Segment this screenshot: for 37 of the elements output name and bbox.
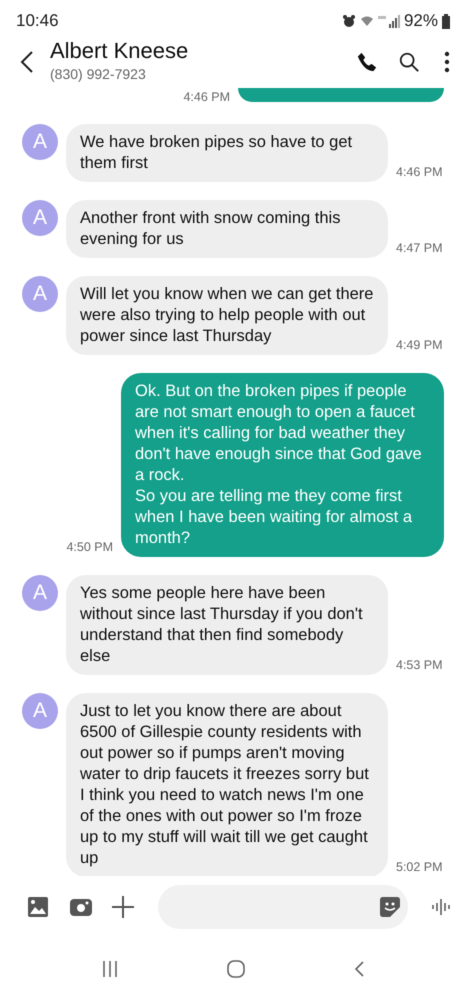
add-icon[interactable] — [112, 896, 134, 918]
avatar: A — [22, 693, 58, 729]
message-bubble: Another front with snow coming this evening for us — [66, 200, 388, 258]
battery-icon — [442, 14, 450, 28]
message-time: 4:46 PM — [396, 164, 443, 182]
message-time: 4:53 PM — [396, 657, 443, 674]
avatar: A — [22, 200, 58, 236]
message-time: 5:02 PM — [396, 859, 443, 876]
signal-icon — [378, 14, 400, 28]
camera-icon[interactable] — [70, 898, 92, 916]
message-bubble: Yes some people here have been without since last Thursday if you don't understand that then find somebody else — [66, 575, 388, 675]
sticker-icon[interactable] — [380, 897, 400, 917]
gallery-icon[interactable] — [28, 897, 48, 917]
message-bubble: Will let you know when we can get there were also trying to help people with out power since last Thursday — [66, 276, 388, 355]
message-input-field[interactable] — [158, 885, 408, 929]
message-bubble: We have broken pipes so have to get them first — [66, 124, 388, 182]
message-time: 4:47 PM — [396, 240, 443, 258]
avatar: A — [22, 575, 58, 611]
contact-name: Albert Kneese — [50, 39, 190, 64]
more-options-icon[interactable] — [444, 51, 450, 73]
message-time: 4:50 PM — [66, 539, 113, 556]
voice-icon[interactable] — [432, 899, 452, 915]
home-icon[interactable] — [226, 960, 245, 978]
contact-phone: (830) 992-7923 — [50, 64, 147, 84]
status-time: 10:46 — [16, 10, 59, 32]
message-bubble: Ok. But on the broken pipes if people are not smart enough to open a faucet when it's calling for bad weather they don't have enough since that God gave a rock. So you are telling me they come first when I have been waiting for almost a month? — [121, 373, 444, 557]
back-icon[interactable] — [20, 50, 34, 74]
message-time: 4:49 PM — [396, 337, 443, 354]
search-icon[interactable] — [398, 51, 420, 73]
message-bubble: Just to let you know there are about 6500 of Gillespie county residents with out power so if pumps aren't moving water to drip faucets it freezes sorry but I think you need to watch news I'm one of the ones with out power so I'm froze up to my stuff will wait till we get caught up — [66, 693, 388, 876]
avatar: A — [22, 124, 58, 160]
recent-apps-icon[interactable] — [102, 961, 118, 977]
avatar: A — [22, 276, 58, 312]
back-nav-icon[interactable] — [354, 961, 364, 977]
battery-percent: 92% — [404, 10, 438, 32]
phone-icon[interactable] — [356, 51, 378, 73]
message-time: 4:46 PM — [183, 89, 230, 106]
